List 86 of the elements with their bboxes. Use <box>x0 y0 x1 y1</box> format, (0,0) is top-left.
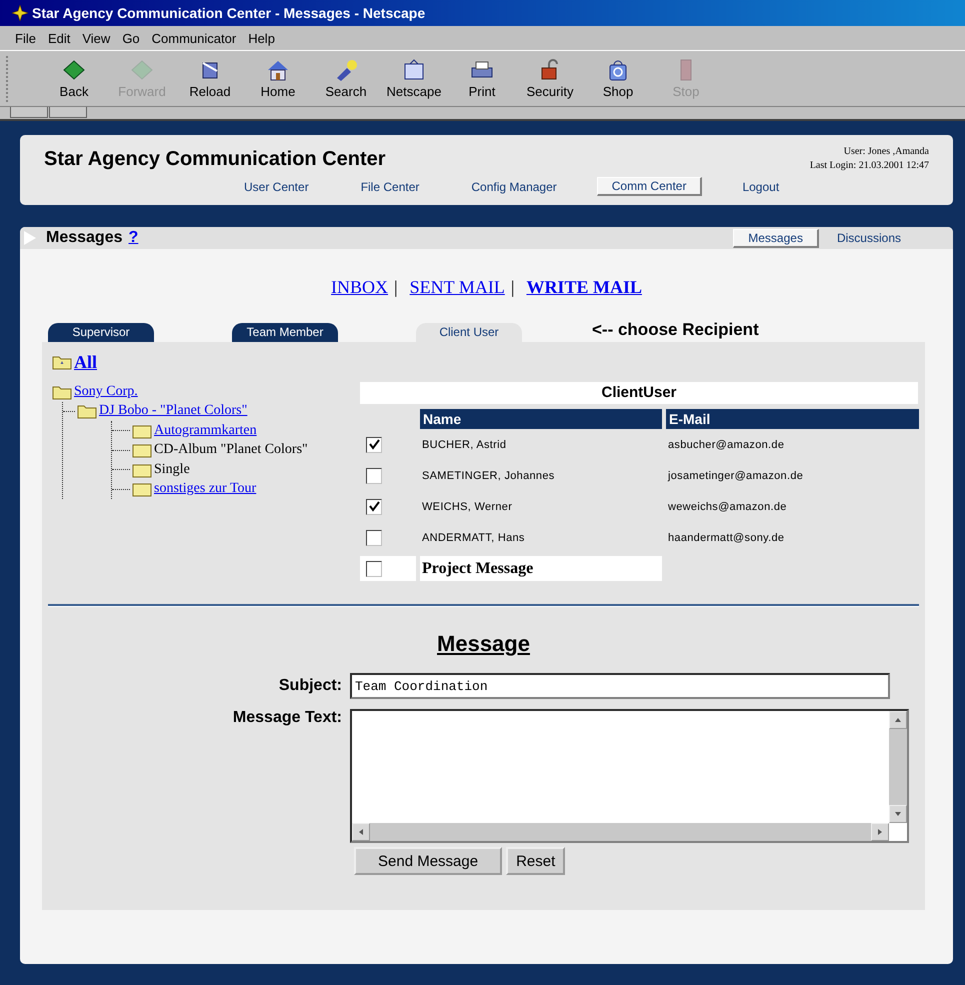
scroll-down-button[interactable] <box>889 805 907 823</box>
subnav-tab[interactable]: Messages <box>733 228 819 248</box>
table-cell-text: weweichs@amazon.de <box>667 500 788 514</box>
star-icon <box>12 5 28 21</box>
nav-tab[interactable]: Config Manager <box>459 178 569 194</box>
nav-tab[interactable]: Comm Center <box>596 177 702 196</box>
subnav-tab[interactable]: Discussions <box>824 230 913 246</box>
toolbar-button[interactable]: Shop <box>584 58 652 99</box>
toolbar-grip[interactable] <box>10 107 48 118</box>
folder-icon <box>77 403 97 420</box>
section-title: Messages <box>46 229 122 247</box>
scroll-right-button[interactable] <box>871 823 889 841</box>
toolbar-button[interactable]: Print <box>448 58 516 99</box>
table-cell-text: ANDERMATT, Hans <box>421 530 526 546</box>
folder-icon <box>132 462 152 478</box>
tree-link[interactable]: Sony Corp. <box>74 384 138 400</box>
scroll-up-button[interactable] <box>889 711 907 729</box>
table-cell-text: SAMETINGER, Johannes <box>421 468 556 484</box>
site-title: Star Agency Communication Center <box>44 148 386 172</box>
tree-link[interactable]: All <box>74 352 98 372</box>
folder-icon <box>132 422 152 439</box>
recipient-hint: <-- choose Recipient <box>592 319 759 341</box>
menu-item[interactable]: Communicator <box>150 30 238 46</box>
scrollbar[interactable] <box>889 711 907 823</box>
message-text-label: Message Text: <box>232 709 343 727</box>
toolbar-button[interactable]: Security <box>516 58 584 99</box>
folder-star-icon <box>52 354 72 370</box>
toolbar-button[interactable]: Reload <box>176 58 244 99</box>
menu-item[interactable]: View <box>81 30 112 46</box>
toolbar-grip[interactable] <box>49 107 87 118</box>
mail-link[interactable]: INBOX <box>331 277 388 298</box>
nav-tab[interactable]: User Center <box>232 178 321 194</box>
checkbox[interactable] <box>366 468 382 484</box>
toolbar-button[interactable]: Back <box>40 58 108 99</box>
checkbox[interactable] <box>366 498 382 514</box>
tree-link[interactable]: DJ Bobo - "Planet Colors" <box>99 403 248 420</box>
help-link[interactable]: ? <box>128 229 138 247</box>
menu-item[interactable]: File <box>14 30 37 46</box>
folder-icon <box>132 442 152 458</box>
user-name: User: Jones ,Amanda <box>844 145 929 159</box>
mail-link[interactable]: WRITE MAIL <box>526 277 642 298</box>
table-cell-text: asbucher@amazon.de <box>667 438 786 452</box>
nav-tab[interactable]: Logout <box>730 178 792 194</box>
tree-link[interactable]: Autogrammkarten <box>154 422 257 439</box>
menu-item[interactable]: Help <box>247 30 276 46</box>
toolbar-button[interactable]: Home <box>244 58 312 99</box>
table-cell-text: haandermatt@sony.de <box>667 530 786 546</box>
folder-name: CD-Album "Planet Colors" <box>154 442 308 458</box>
window-title: Star Agency Communication Center - Messages - Netscape <box>32 5 426 21</box>
folder-name: Single <box>154 462 190 478</box>
recipient-tab[interactable]: Supervisor <box>48 323 154 342</box>
table-cell-text: BUCHER, Astrid <box>421 438 508 452</box>
last-login: Last Login: 21.03.2001 12:47 <box>810 159 929 173</box>
scroll-left-button[interactable] <box>352 823 370 841</box>
subject-label: Subject: <box>278 677 343 695</box>
separator: | <box>510 277 514 298</box>
form-button[interactable]: Reset <box>506 847 566 875</box>
checkbox[interactable] <box>366 560 382 576</box>
triangle-icon <box>24 231 36 245</box>
scrollbar[interactable] <box>352 823 889 841</box>
tree-link[interactable]: sonstiges zur Tour <box>154 481 256 498</box>
form-button[interactable]: Send Message <box>354 847 502 875</box>
nav-tab[interactable]: File Center <box>348 178 432 194</box>
subject-field[interactable]: Team Coordination <box>350 673 890 699</box>
mail-link[interactable]: SENT MAIL <box>410 277 505 298</box>
folder-icon <box>52 384 72 400</box>
toolbar-button[interactable]: Search <box>312 58 380 99</box>
separator: | <box>394 277 398 298</box>
form-heading: Message <box>437 631 530 656</box>
menu-item[interactable]: Go <box>121 30 141 46</box>
column-header: Name <box>420 409 662 429</box>
recipient-tab[interactable]: Client User <box>416 323 522 342</box>
back-arrow-icon <box>61 58 87 82</box>
folder-icon <box>132 481 152 498</box>
table-cell-text: WEICHS, Werner <box>421 500 514 514</box>
table-title: ClientUser <box>360 382 918 404</box>
forward-arrow-icon <box>129 58 155 82</box>
menu-item[interactable]: Edit <box>46 30 72 46</box>
table-cell-text: josametinger@amazon.de <box>666 468 804 484</box>
checkbox[interactable] <box>366 530 382 546</box>
toolbar-button[interactable]: Netscape <box>380 58 448 99</box>
recipient-tab[interactable]: Team Member <box>232 323 338 342</box>
message-text-field[interactable] <box>350 709 909 843</box>
column-header: E-Mail <box>666 409 919 429</box>
checkbox[interactable] <box>366 436 382 452</box>
project-message-label: Project Message <box>420 556 662 581</box>
